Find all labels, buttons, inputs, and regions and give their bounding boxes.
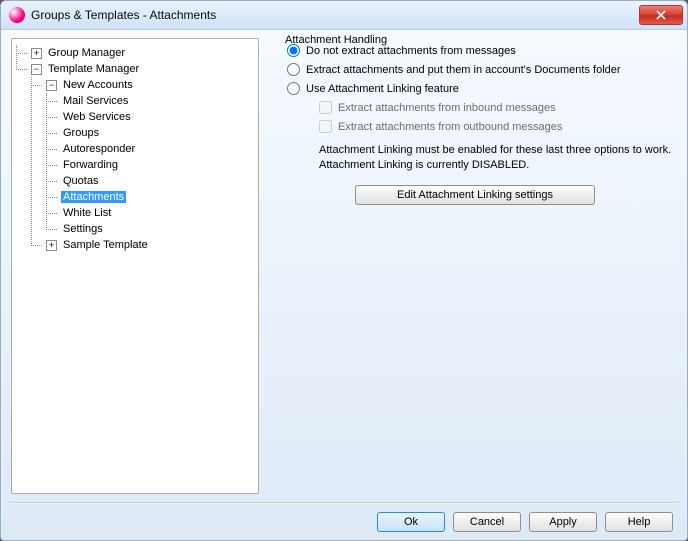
dialog-window: Groups & Templates - Attachments + Group…: [0, 0, 688, 541]
radio-label: Use Attachment Linking feature: [306, 83, 459, 95]
close-icon: [656, 10, 666, 20]
footer-divider: [9, 502, 679, 504]
nav-tree[interactable]: + Group Manager − Template Manager: [11, 38, 259, 494]
tree-node-settings[interactable]: Settings: [16, 221, 254, 237]
help-button[interactable]: Help: [605, 512, 673, 532]
tree-node-web-services[interactable]: Web Services: [16, 109, 254, 125]
tree-node-template-manager[interactable]: − Template Manager: [16, 61, 254, 77]
groupbox-title: Attachment Handling: [281, 34, 391, 46]
collapse-icon[interactable]: −: [46, 80, 57, 91]
tree-node-forwarding[interactable]: Forwarding: [16, 157, 254, 173]
dialog-footer: Ok Cancel Apply Help: [11, 512, 677, 534]
radio-label: Do not extract attachments from messages: [306, 45, 516, 57]
ok-button[interactable]: Ok: [377, 512, 445, 532]
close-button[interactable]: [639, 5, 683, 25]
cancel-button[interactable]: Cancel: [453, 512, 521, 532]
tree-node-attachments[interactable]: Attachments: [16, 189, 254, 205]
apply-button[interactable]: Apply: [529, 512, 597, 532]
app-icon: [9, 7, 25, 23]
tree-node-mail-services[interactable]: Mail Services: [16, 93, 254, 109]
radio-input[interactable]: [287, 63, 300, 76]
tree-node-groups[interactable]: Groups: [16, 125, 254, 141]
radio-use-attachment-linking[interactable]: Use Attachment Linking feature: [287, 82, 677, 95]
checkbox-label: Extract attachments from outbound messag…: [338, 121, 562, 133]
radio-label: Extract attachments and put them in acco…: [306, 64, 621, 76]
check-extract-inbound[interactable]: Extract attachments from inbound message…: [319, 101, 677, 114]
edit-attachment-linking-button[interactable]: Edit Attachment Linking settings: [355, 185, 595, 205]
attachment-handling-group: Attachment Handling Do not extract attac…: [273, 38, 677, 494]
collapse-icon[interactable]: −: [31, 64, 42, 75]
tree-node-group-manager[interactable]: + Group Manager: [16, 45, 254, 61]
checkbox-label: Extract attachments from inbound message…: [338, 102, 556, 114]
radio-input[interactable]: [287, 82, 300, 95]
window-title: Groups & Templates - Attachments: [31, 8, 639, 22]
tree-node-sample-template[interactable]: + Sample Template: [16, 237, 254, 253]
attachment-linking-note: Attachment Linking must be enabled for t…: [319, 143, 677, 173]
expand-icon[interactable]: +: [46, 240, 57, 251]
tree-node-autoresponder[interactable]: Autoresponder: [16, 141, 254, 157]
checkbox-input[interactable]: [319, 101, 332, 114]
radio-extract-to-documents[interactable]: Extract attachments and put them in acco…: [287, 63, 677, 76]
tree-node-new-accounts[interactable]: − New Accounts: [16, 77, 254, 93]
check-extract-outbound[interactable]: Extract attachments from outbound messag…: [319, 120, 677, 133]
client-area: + Group Manager − Template Manager: [1, 30, 687, 540]
checkbox-input[interactable]: [319, 120, 332, 133]
expand-icon[interactable]: +: [31, 48, 42, 59]
tree-node-quotas[interactable]: Quotas: [16, 173, 254, 189]
settings-pane: Attachment Handling Do not extract attac…: [273, 38, 677, 494]
tree-node-white-list[interactable]: White List: [16, 205, 254, 221]
titlebar[interactable]: Groups & Templates - Attachments: [1, 1, 687, 30]
